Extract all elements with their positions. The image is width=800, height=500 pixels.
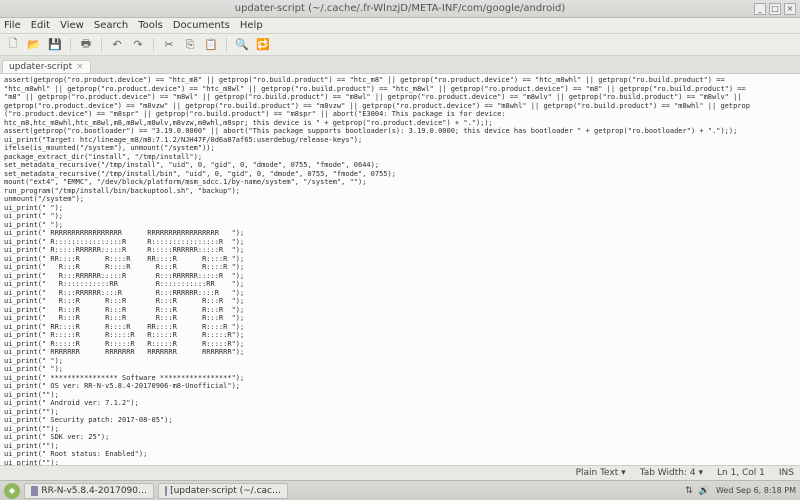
menu-documents[interactable]: Documents — [173, 20, 230, 31]
window-title: updater-script (~/.cache/.fr-WlnzjD/META… — [235, 3, 566, 14]
redo-icon[interactable]: ↷ — [129, 36, 147, 54]
toolbar-separator — [153, 38, 154, 52]
cut-icon[interactable]: ✂ — [160, 36, 178, 54]
new-icon[interactable]: 🗋 — [4, 36, 22, 54]
document-icon — [165, 486, 167, 496]
maximize-button[interactable]: □ — [769, 3, 781, 15]
statusbar: Plain Text ▾ Tab Width: 4 ▾ Ln 1, Col 1 … — [0, 465, 800, 480]
tab-label: updater-script — [9, 62, 72, 72]
status-tabwidth[interactable]: Tab Width: 4 ▾ — [640, 468, 703, 478]
start-menu-icon[interactable]: ◆ — [4, 483, 20, 499]
paste-icon[interactable]: 📋 — [202, 36, 220, 54]
menu-tools[interactable]: Tools — [138, 20, 163, 31]
print-icon[interactable]: 🖶 — [77, 36, 95, 54]
save-icon[interactable]: 💾 — [46, 36, 64, 54]
replace-icon[interactable]: 🔁 — [254, 36, 272, 54]
folder-icon — [31, 486, 38, 496]
status-insert-mode: INS — [779, 468, 794, 478]
minimize-button[interactable]: _ — [754, 3, 766, 15]
tab-close-icon[interactable]: × — [76, 62, 84, 72]
menu-help[interactable]: Help — [240, 20, 263, 31]
menu-edit[interactable]: Edit — [31, 20, 50, 31]
toolbar-separator — [101, 38, 102, 52]
undo-icon[interactable]: ↶ — [108, 36, 126, 54]
open-icon[interactable]: 📂 — [25, 36, 43, 54]
tab-updater-script[interactable]: updater-script × — [2, 60, 91, 73]
find-icon[interactable]: 🔍 — [233, 36, 251, 54]
taskbar: ◆ RR-N-v5.8.4-2017090… [updater-script (… — [0, 480, 800, 500]
clock[interactable]: Wed Sep 6, 8:18 PM — [716, 486, 796, 495]
toolbar-separator — [226, 38, 227, 52]
taskbar-item-file-manager[interactable]: RR-N-v5.8.4-2017090… — [24, 483, 154, 499]
menubar: File Edit View Search Tools Documents He… — [0, 18, 800, 34]
menu-search[interactable]: Search — [94, 20, 128, 31]
network-icon[interactable]: ⇅ — [685, 486, 693, 496]
toolbar: 🗋 📂 💾 🖶 ↶ ↷ ✂ ⎘ 📋 🔍 🔁 — [0, 34, 800, 56]
volume-icon[interactable]: 🔊 — [699, 486, 710, 496]
toolbar-separator — [70, 38, 71, 52]
status-position: Ln 1, Col 1 — [717, 468, 765, 478]
tabbar: updater-script × — [0, 56, 800, 74]
system-tray: ⇅ 🔊 Wed Sep 6, 8:18 PM — [685, 486, 796, 496]
copy-icon[interactable]: ⎘ — [181, 36, 199, 54]
close-button[interactable]: × — [784, 3, 796, 15]
chevron-down-icon: ▾ — [698, 468, 703, 478]
taskbar-item-editor[interactable]: [updater-script (~/.cac… — [158, 483, 288, 499]
editor-area[interactable]: assert(getprop("ro.product.device") == "… — [0, 74, 800, 465]
window-titlebar: updater-script (~/.cache/.fr-WlnzjD/META… — [0, 0, 800, 18]
status-syntax[interactable]: Plain Text ▾ — [576, 468, 626, 478]
menu-file[interactable]: File — [4, 20, 21, 31]
menu-view[interactable]: View — [60, 20, 84, 31]
chevron-down-icon: ▾ — [621, 468, 626, 478]
